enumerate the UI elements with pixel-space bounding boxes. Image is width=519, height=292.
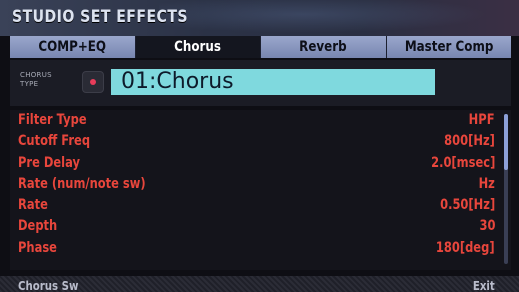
param-name: Pre Delay [18,154,80,171]
param-value: Hz [478,175,495,192]
tab-label: Chorus [174,39,222,55]
param-row-cutoff-freq[interactable]: Cutoff Freq 800[Hz] [10,131,511,152]
studio-set-effects-screen: STUDIO SET EFFECTS COMP+EQ Output Chorus… [0,0,519,292]
param-name: Rate (num/note sw) [18,175,146,192]
chorus-type-label: CHORUS TYPE [20,71,52,89]
tab-master-comp[interactable]: Master Comp [386,36,511,58]
exit-button[interactable]: Exit [473,279,495,292]
chorus-sw-button[interactable]: Chorus Sw [18,279,78,292]
param-row-phase[interactable]: Phase 180[deg] [10,238,511,259]
scrollbar[interactable] [504,114,508,264]
param-value: HPF [469,112,495,128]
tab-chorus[interactable]: Chorus [135,36,261,58]
chorus-type-row: CHORUS TYPE 01:Chorus [10,60,511,106]
param-value: 180[deg] [436,239,495,256]
param-name: Cutoff Freq [18,133,91,150]
param-value: 800[Hz] [444,133,495,150]
param-value: 2.0[msec] [430,154,495,171]
param-name: Phase [18,239,57,256]
chorus-switch-indicator-icon[interactable] [82,71,104,93]
function-bar: Chorus Sw Exit [0,276,519,292]
param-row-rate[interactable]: Rate 0.50[Hz] [10,195,511,216]
param-value: 30 [479,218,495,235]
tab-label: Reverb [299,39,347,55]
chorus-type-label-line1: CHORUS [20,71,52,79]
title-bar-glow [159,0,519,36]
param-row-pre-delay[interactable]: Pre Delay 2.0[msec] [10,153,511,174]
param-name: Depth [18,218,58,235]
tab-label: Master Comp [404,39,494,55]
param-row-filter-type[interactable]: Filter Type HPF [10,110,511,131]
parameter-list: Filter Type HPF Cutoff Freq 800[Hz] Pre … [10,110,511,270]
param-name: Rate [18,197,48,214]
param-value: 0.50[Hz] [439,197,495,214]
tab-reverb[interactable]: Reverb [261,36,387,58]
chorus-type-value[interactable]: 01:Chorus [111,69,435,95]
chorus-type-label-line2: TYPE [20,80,39,88]
scrollbar-thumb[interactable] [504,114,508,170]
tab-bar: COMP+EQ Output Chorus Reverb Master Comp [10,36,511,77]
tab-comp-eq-output[interactable]: COMP+EQ Output [10,36,136,77]
param-name: Filter Type [18,112,87,128]
param-row-rate-num-note-sw[interactable]: Rate (num/note sw) Hz [10,174,511,195]
page-title: STUDIO SET EFFECTS [12,7,188,27]
param-row-depth[interactable]: Depth 30 [10,216,511,237]
title-bar: STUDIO SET EFFECTS [0,0,519,36]
